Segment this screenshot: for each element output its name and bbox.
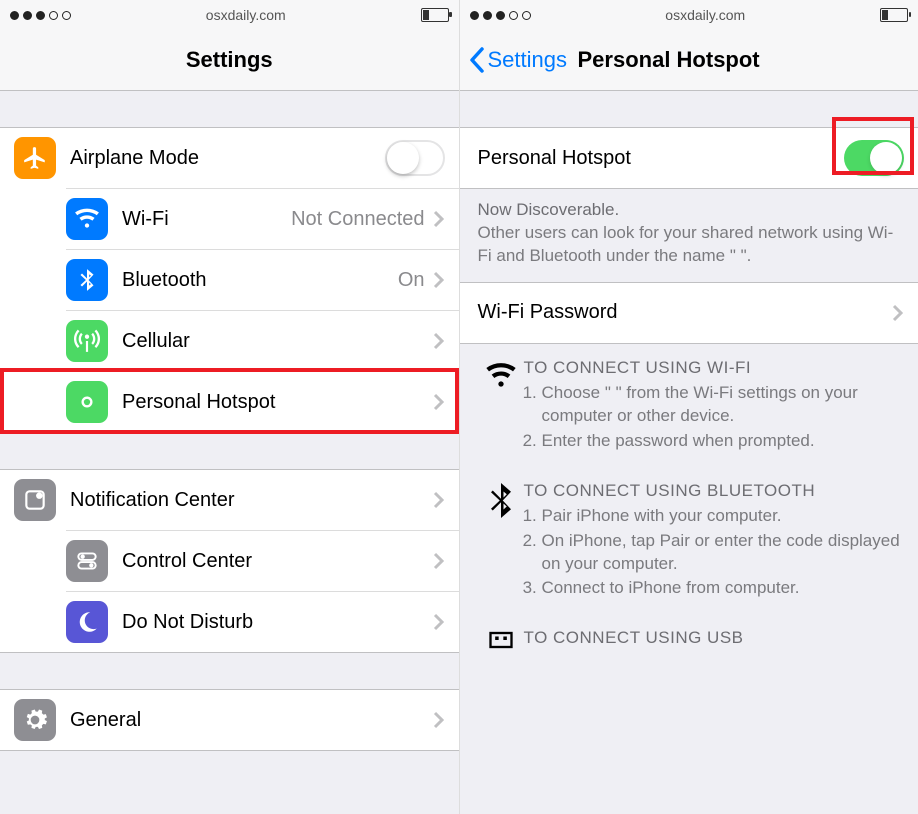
gear-icon	[14, 699, 56, 741]
battery-icon	[421, 8, 449, 22]
row-bluetooth[interactable]: Bluetooth On	[66, 249, 459, 310]
instructions-wifi: TO CONNECT USING WI-FI Choose " " from t…	[460, 344, 918, 467]
inst-head: TO CONNECT USING USB	[524, 628, 901, 648]
back-button[interactable]: Settings	[460, 46, 568, 74]
inst-step: Pair iPhone with your computer.	[542, 505, 901, 528]
chevron-right-icon	[433, 210, 445, 228]
page-title: Personal Hotspot	[540, 47, 918, 73]
wifi-symbol-icon	[478, 358, 524, 455]
row-label: Do Not Disturb	[122, 611, 433, 634]
signal-dots-icon	[10, 11, 71, 20]
chevron-right-icon	[892, 304, 904, 322]
row-detail: On	[398, 269, 425, 292]
hotspot-screen: osxdaily.com Settings Personal Hotspot P…	[459, 0, 918, 814]
row-label: Airplane Mode	[70, 147, 385, 170]
status-bar: osxdaily.com	[460, 0, 918, 30]
signal-dots-icon	[470, 11, 531, 20]
row-label: Personal Hotspot	[478, 147, 845, 170]
row-label: Notification Center	[70, 489, 433, 512]
usb-symbol-icon	[478, 628, 524, 652]
chevron-right-icon	[433, 271, 445, 289]
chevron-left-icon	[468, 46, 486, 74]
highlight-hotspot-row	[0, 368, 459, 434]
chevron-right-icon	[433, 711, 445, 729]
instructions-bluetooth: TO CONNECT USING BLUETOOTH Pair iPhone w…	[460, 467, 918, 615]
bluetooth-symbol-icon	[478, 481, 524, 603]
site-label: osxdaily.com	[71, 7, 421, 23]
highlight-hotspot-toggle	[832, 117, 914, 175]
row-airplane-mode[interactable]: Airplane Mode	[0, 128, 459, 188]
inst-step: Choose " " from the Wi-Fi settings on yo…	[542, 382, 901, 428]
discoverable-body: Other users can look for your shared net…	[478, 222, 901, 268]
row-label: Wi-Fi	[122, 208, 291, 231]
do-not-disturb-icon	[66, 601, 108, 643]
page-title: Settings	[0, 47, 459, 73]
row-wifi[interactable]: Wi-Fi Not Connected	[66, 188, 459, 249]
bluetooth-icon	[66, 259, 108, 301]
wifi-icon	[66, 198, 108, 240]
back-label: Settings	[488, 47, 568, 73]
battery-icon	[880, 8, 908, 22]
row-label: General	[70, 709, 433, 732]
chevron-right-icon	[433, 552, 445, 570]
row-do-not-disturb[interactable]: Do Not Disturb	[66, 591, 459, 652]
settings-screen: osxdaily.com Settings Airplane Mode Wi-F…	[0, 0, 459, 814]
discoverable-title: Now Discoverable.	[478, 199, 901, 222]
row-detail: Not Connected	[291, 208, 424, 231]
airplane-toggle[interactable]	[385, 140, 445, 176]
wifi-password-group: Wi-Fi Password	[460, 282, 918, 344]
airplane-icon	[14, 137, 56, 179]
row-label: Bluetooth	[122, 269, 398, 292]
settings-group-centers: Notification Center Control Center Do No…	[0, 469, 459, 653]
row-wifi-password[interactable]: Wi-Fi Password	[460, 283, 918, 343]
nav-bar: Settings Personal Hotspot	[460, 30, 918, 91]
instructions-usb: TO CONNECT USING USB	[460, 614, 918, 652]
settings-group-general: General	[0, 689, 459, 751]
row-general[interactable]: General	[0, 690, 459, 750]
chevron-right-icon	[433, 491, 445, 509]
notification-center-icon	[14, 479, 56, 521]
site-label: osxdaily.com	[531, 7, 881, 23]
discoverable-text: Now Discoverable. Other users can look f…	[460, 189, 918, 282]
status-bar: osxdaily.com	[0, 0, 459, 30]
chevron-right-icon	[433, 613, 445, 631]
cellular-icon	[66, 320, 108, 362]
nav-bar: Settings	[0, 30, 459, 91]
inst-head: TO CONNECT USING BLUETOOTH	[524, 481, 901, 501]
inst-step: Enter the password when prompted.	[542, 430, 901, 453]
row-label: Control Center	[122, 550, 433, 573]
inst-step: Connect to iPhone from computer.	[542, 577, 901, 600]
chevron-right-icon	[433, 332, 445, 350]
inst-head: TO CONNECT USING WI-FI	[524, 358, 901, 378]
control-center-icon	[66, 540, 108, 582]
inst-step: On iPhone, tap Pair or enter the code di…	[542, 530, 901, 576]
row-label: Wi-Fi Password	[478, 301, 893, 324]
settings-group-network: Airplane Mode Wi-Fi Not Connected Blueto…	[0, 127, 459, 433]
row-label: Cellular	[122, 330, 433, 353]
row-control-center[interactable]: Control Center	[66, 530, 459, 591]
row-cellular[interactable]: Cellular	[66, 310, 459, 371]
row-notification-center[interactable]: Notification Center	[0, 470, 459, 530]
